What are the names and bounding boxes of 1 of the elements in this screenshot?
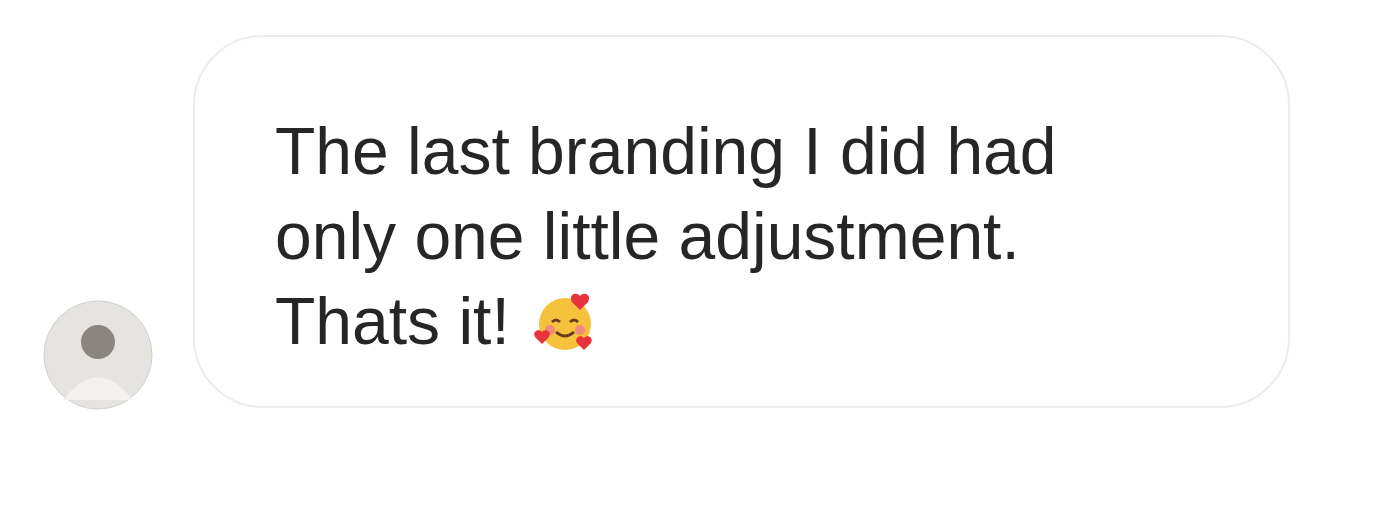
message-text: The last branding I did had only one little adjustment. Thats it!	[275, 114, 1057, 358]
